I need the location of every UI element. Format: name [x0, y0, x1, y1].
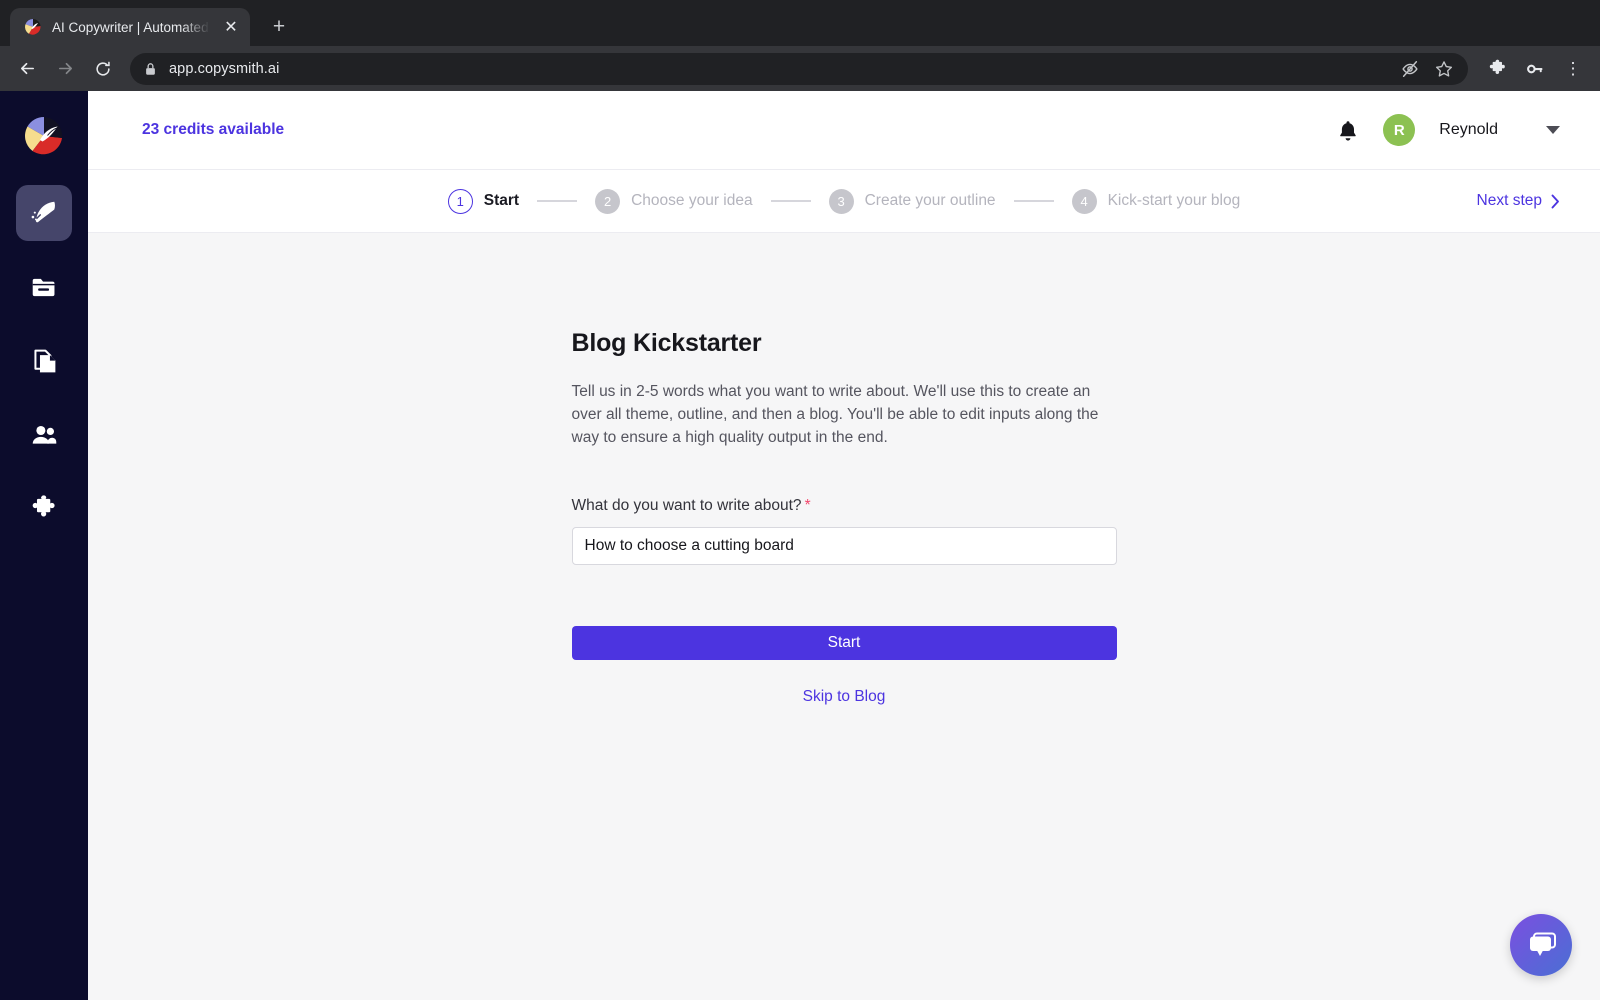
step-connector: [1013, 200, 1054, 202]
passwords-key-icon[interactable]: [1518, 52, 1552, 86]
topic-field-label-text: What do you want to write about?: [571, 497, 802, 514]
app-sidebar: [0, 91, 88, 1000]
chat-widget-button[interactable]: [1510, 914, 1572, 976]
tab-strip: AI Copywriter | Automated Con ✕ +: [0, 0, 1600, 46]
browser-menu-icon[interactable]: ⋮: [1556, 52, 1590, 86]
topic-field-label: What do you want to write about? *: [572, 497, 811, 514]
new-tab-button[interactable]: +: [264, 12, 294, 42]
browser-window: AI Copywriter | Automated Con ✕ +: [0, 0, 1600, 1000]
step-2-choose-idea[interactable]: 2 Choose your idea: [595, 188, 753, 214]
step-connector: [537, 200, 578, 202]
credits-label[interactable]: 23 credits available: [142, 121, 284, 139]
avatar[interactable]: R: [1383, 114, 1416, 146]
extensions-puzzle-icon[interactable]: [1480, 52, 1514, 86]
step-2-number: 2: [595, 188, 621, 214]
step-connector: [770, 200, 811, 202]
tab-title: AI Copywriter | Automated Con: [52, 19, 210, 35]
chat-bubbles-icon: [1524, 929, 1558, 961]
steps-list: 1 Start 2 Choose your idea 3 Create your…: [447, 188, 1241, 214]
required-marker: *: [804, 497, 811, 514]
sidebar-item-team[interactable]: [16, 407, 72, 463]
bell-icon[interactable]: [1337, 119, 1359, 142]
step-1-start[interactable]: 1 Start: [447, 188, 520, 214]
browser-toolbar: app.copysmith.ai ⋮: [0, 46, 1600, 91]
close-icon[interactable]: ✕: [220, 16, 242, 38]
hide-password-icon[interactable]: [1400, 59, 1420, 79]
reload-icon[interactable]: [86, 52, 120, 86]
page-description: Tell us in 2-5 words what you want to wr…: [571, 383, 1099, 446]
start-button[interactable]: Start: [571, 626, 1117, 660]
step-1-label: Start: [483, 192, 520, 209]
page-title: Blog Kickstarter: [571, 329, 762, 357]
blog-kickstarter-card: Blog Kickstarter Tell us in 2-5 words wh…: [571, 233, 1117, 706]
sidebar-item-files[interactable]: [16, 259, 72, 315]
main-column: 23 credits available R Reynold 1 Start 2…: [88, 91, 1600, 1000]
bookmark-star-icon[interactable]: [1434, 59, 1454, 79]
puzzle-icon: [29, 494, 59, 524]
step-3-create-outline[interactable]: 3 Create your outline: [828, 188, 996, 214]
people-icon: [30, 421, 59, 450]
address-bar[interactable]: app.copysmith.ai: [130, 52, 1468, 85]
sidebar-item-create[interactable]: [16, 185, 72, 241]
page-content: Blog Kickstarter Tell us in 2-5 words wh…: [88, 233, 1600, 1000]
skip-to-blog-link[interactable]: Skip to Blog: [572, 688, 1117, 706]
url-text: app.copysmith.ai: [169, 60, 280, 77]
chevron-right-icon: [1551, 194, 1560, 209]
wizard-stepper: 1 Start 2 Choose your idea 3 Create your…: [88, 170, 1600, 233]
browser-tab[interactable]: AI Copywriter | Automated Con ✕: [10, 8, 250, 46]
step-1-number: 1: [447, 188, 473, 214]
step-3-number: 3: [828, 188, 854, 214]
topic-input[interactable]: [571, 527, 1117, 565]
sidebar-item-integrations[interactable]: [16, 481, 72, 537]
next-step-label: Next step: [1476, 192, 1542, 209]
copysmith-logo[interactable]: [21, 113, 67, 159]
omnibox-actions: [1400, 59, 1454, 79]
step-4-kickstart-blog[interactable]: 4 Kick-start your blog: [1071, 188, 1241, 214]
sidebar-item-documents[interactable]: [16, 333, 72, 389]
app-topbar: 23 credits available R Reynold: [88, 91, 1600, 170]
step-2-label: Choose your idea: [631, 192, 753, 209]
folder-icon: [30, 273, 59, 302]
copysmith-favicon: [24, 18, 42, 36]
step-4-number: 4: [1071, 188, 1097, 214]
site-lock-icon: [144, 62, 157, 76]
username-label[interactable]: Reynold: [1439, 121, 1498, 139]
extension-actions: ⋮: [1480, 52, 1590, 86]
feather-icon: [29, 198, 59, 228]
chevron-down-icon[interactable]: [1546, 126, 1560, 134]
step-4-label: Kick-start your blog: [1107, 192, 1241, 209]
topbar-actions: R Reynold: [1337, 114, 1560, 146]
copy-documents-icon: [30, 347, 59, 376]
back-icon[interactable]: [10, 52, 44, 86]
forward-icon[interactable]: [48, 52, 82, 86]
step-3-label: Create your outline: [864, 192, 996, 209]
next-step-button[interactable]: Next step: [1477, 192, 1560, 210]
app-viewport: 23 credits available R Reynold 1 Start 2…: [0, 91, 1600, 1000]
topic-field-group: What do you want to write about? *: [571, 497, 1117, 565]
